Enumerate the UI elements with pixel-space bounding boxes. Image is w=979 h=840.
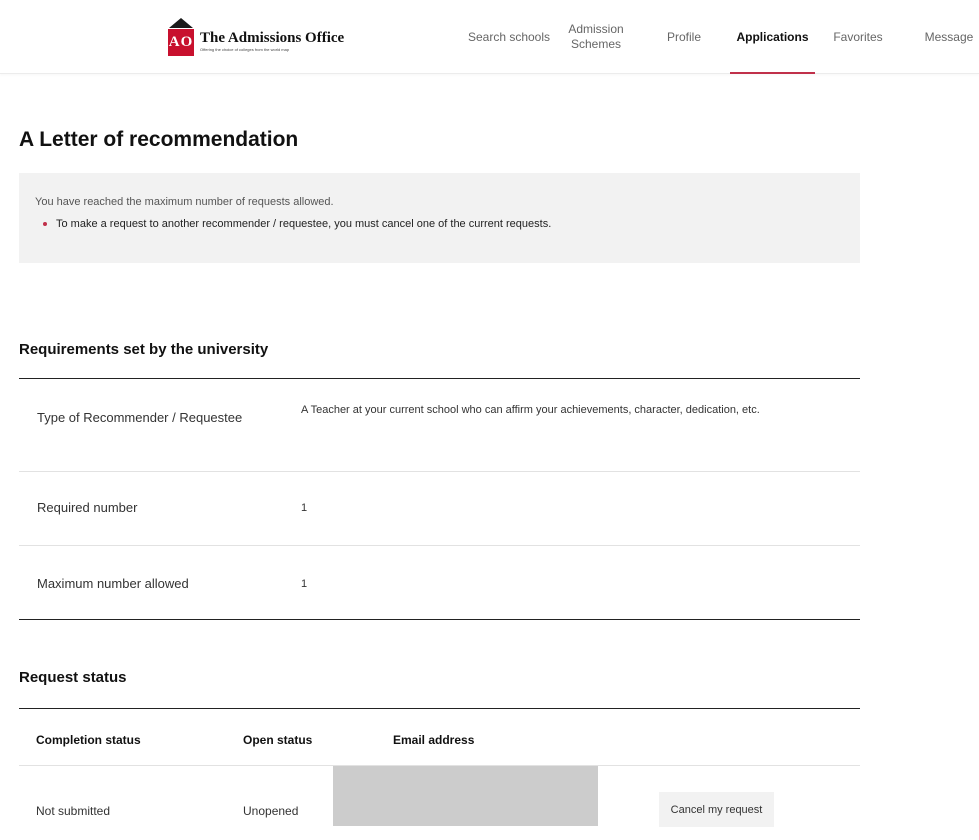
requirement-label: Maximum number allowed	[37, 576, 189, 591]
max-requests-notice: You have reached the maximum number of r…	[19, 173, 860, 263]
nav-admission-schemes[interactable]: Admission Schemes	[560, 0, 632, 74]
requirement-value: A Teacher at your current school who can…	[301, 404, 760, 416]
column-header-open: Open status	[243, 733, 313, 747]
notice-bullet-text: To make a request to another recommender…	[56, 218, 552, 230]
completion-status-value: Not submitted	[36, 804, 111, 818]
nav-search-schools[interactable]: Search schools	[462, 0, 556, 74]
bullet-icon	[43, 222, 47, 226]
request-status-heading: Request status	[19, 669, 127, 686]
requirements-heading: Requirements set by the university	[19, 341, 269, 358]
logo-mark: AO	[168, 18, 194, 56]
nav-admission-schemes-label: Admission Schemes	[568, 22, 624, 51]
column-header-email: Email address	[393, 733, 475, 747]
column-header-completion: Completion status	[36, 733, 141, 747]
page-title: A Letter of recommendation	[19, 128, 299, 151]
requirement-row-type: Type of Recommender / Requestee A Teache…	[19, 379, 860, 472]
requirement-row-maximum: Maximum number allowed 1	[19, 546, 860, 619]
nav-profile[interactable]: Profile	[656, 0, 712, 74]
status-table-header: Completion status Open status Email addr…	[19, 709, 860, 766]
requirement-value: 1	[301, 502, 308, 514]
nav-message[interactable]: Message	[918, 0, 979, 74]
nav-favorites[interactable]: Favorites	[826, 0, 890, 74]
requirement-row-required: Required number 1	[19, 472, 860, 546]
requirement-label: Required number	[37, 500, 138, 515]
logo-text: The Admissions Office Offering the choic…	[200, 30, 344, 53]
open-status-value: Unopened	[243, 804, 299, 818]
requirement-label: Type of Recommender / Requestee	[37, 410, 243, 425]
logo-title: The Admissions Office	[200, 30, 345, 46]
site-logo[interactable]: AO The Admissions Office Offering the ch…	[168, 18, 344, 56]
logo-tagline: Offering the choice of colleges from the…	[200, 47, 290, 52]
nav-applications[interactable]: Applications	[730, 0, 815, 74]
request-status-table: Completion status Open status Email addr…	[19, 708, 860, 840]
logo-roof-icon	[169, 18, 193, 28]
page: AO The Admissions Office Offering the ch…	[0, 0, 979, 840]
notice-bullet-item: To make a request to another recommender…	[43, 218, 860, 230]
top-header: AO The Admissions Office Offering the ch…	[0, 0, 979, 74]
cancel-request-button[interactable]: Cancel my request	[659, 792, 774, 827]
requirements-table: Type of Recommender / Requestee A Teache…	[19, 378, 860, 620]
notice-message: You have reached the maximum number of r…	[35, 196, 334, 208]
email-address-masked	[333, 766, 598, 826]
table-row: Not submitted Unopened Cancel my request	[19, 766, 860, 840]
requirement-value: 1	[301, 578, 308, 590]
logo-box: AO	[168, 29, 194, 56]
